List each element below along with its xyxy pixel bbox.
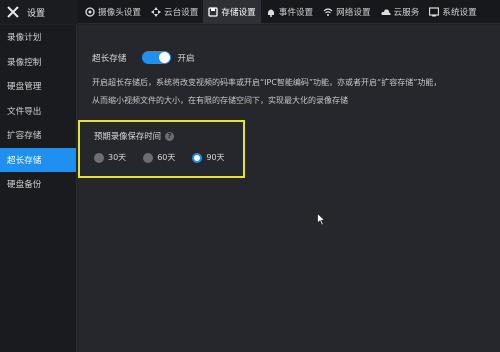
radio-90-days[interactable]: 90天 xyxy=(192,152,225,163)
radio-button[interactable] xyxy=(94,152,104,163)
main-panel: 超长存储 开启 开启超长存储后，系统将改变视频的码率或开启“IPC智能编码”功能… xyxy=(78,25,500,352)
retention-title: 预期录像保存时间 ? xyxy=(94,130,174,142)
ptz-icon xyxy=(150,7,161,17)
retention-highlight-box: 预期录像保存时间 ? 30天 60天 90天 xyxy=(78,120,245,178)
sidebar-item-file-export[interactable]: 文件导出 xyxy=(0,99,76,124)
switch-label: 超长存储 xyxy=(92,53,127,64)
ultra-long-storage-toggle[interactable] xyxy=(142,51,172,64)
sidebar-item-expand-storage[interactable]: 扩容存储 xyxy=(0,123,76,148)
tab-label: 云服务 xyxy=(393,8,420,18)
help-icon[interactable]: ? xyxy=(165,131,174,141)
description-line-2: 从而缩小视频文件的大小，在有限的存储空间下，实现最大化的录像存储 xyxy=(92,96,348,105)
settings-brand: 设置 xyxy=(0,0,78,24)
retention-title-text: 预期录像保存时间 xyxy=(94,131,161,141)
toggle-knob xyxy=(159,52,171,63)
tab-label: 系统设置 xyxy=(442,8,477,18)
retention-radio-group: 30天 60天 90天 xyxy=(94,152,242,163)
tab-label: 事件设置 xyxy=(278,8,314,18)
system-icon xyxy=(429,7,440,17)
tab-label: 存储设置 xyxy=(221,8,256,18)
brand-label: 设置 xyxy=(27,8,46,19)
tab-label: 摄像头设置 xyxy=(98,8,141,18)
description-line-1: 开启超长存储后，系统将改变视频的码率或开启“IPC智能编码”功能，亦或者开启“扩… xyxy=(92,78,442,87)
radio-30-days[interactable]: 30天 xyxy=(94,152,126,163)
tab-camera[interactable]: 摄像头设置 xyxy=(80,0,146,24)
radio-button[interactable] xyxy=(143,152,154,163)
tab-label: 网络设置 xyxy=(336,8,371,18)
sidebar-item-record-control[interactable]: 录像控制 xyxy=(0,50,76,75)
radio-button-selected[interactable] xyxy=(192,152,203,163)
bell-icon xyxy=(267,9,274,17)
wifi-icon xyxy=(323,8,333,16)
tab-ptz[interactable]: 云台设置 xyxy=(146,0,203,24)
tab-system[interactable]: 系统设置 xyxy=(424,0,481,24)
camera-icon xyxy=(85,7,95,17)
switch-state-label: 开启 xyxy=(177,53,195,64)
tab-event[interactable]: 事件设置 xyxy=(261,0,318,24)
tab-storage[interactable]: 存储设置 xyxy=(203,0,261,24)
storage-icon xyxy=(208,7,219,17)
sidebar-item-disk-management[interactable]: 硬盘管理 xyxy=(0,74,76,99)
top-bar: 设置 摄像头设置 云台设置 存储设置 事件设置 网络设置 云服务 系统设置 xyxy=(0,0,500,24)
tab-network[interactable]: 网络设置 xyxy=(318,0,375,24)
radio-label: 30天 xyxy=(108,153,127,162)
radio-60-days[interactable]: 60天 xyxy=(143,152,175,163)
tab-cloud[interactable]: 云服务 xyxy=(376,0,425,24)
tools-icon xyxy=(7,6,19,18)
mouse-cursor-icon xyxy=(317,213,326,226)
top-tabs: 摄像头设置 云台设置 存储设置 事件设置 网络设置 云服务 系统设置 xyxy=(80,0,482,24)
ultra-long-storage-row: 超长存储 开启 xyxy=(92,51,195,64)
sidebar-item-record-plan[interactable]: 录像计划 xyxy=(0,25,76,50)
radio-label: 60天 xyxy=(157,153,176,162)
sidebar-item-disk-backup[interactable]: 硬盘备份 xyxy=(0,172,76,197)
sidebar-item-ultra-long-storage[interactable]: 超长存储 xyxy=(0,147,76,172)
sidebar: 录像计划 录像控制 硬盘管理 文件导出 扩容存储 超长存储 硬盘备份 xyxy=(0,25,77,352)
radio-label: 90天 xyxy=(206,153,225,162)
cloud-icon xyxy=(380,9,391,15)
tab-label: 云台设置 xyxy=(163,8,199,18)
